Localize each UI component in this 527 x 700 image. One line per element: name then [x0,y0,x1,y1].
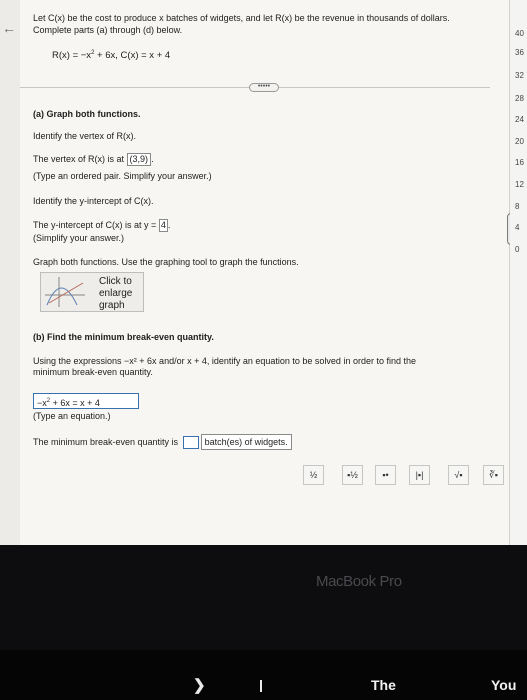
square-root-icon[interactable]: √▪ [448,465,469,485]
equation-answer-exponent: 2 [46,398,51,404]
intercept-answer-box[interactable]: 4 [158,219,168,232]
expand-more-button[interactable]: ••••• [249,83,279,92]
y-axis-tick: 36 [515,48,524,57]
keyboard-cursor-bar [260,680,262,692]
vertex-prefix: The vertex of R(x) is at [33,154,125,164]
back-arrow-icon[interactable]: ← [2,20,16,36]
enlarge-graph-line-2: enlarge [99,288,133,299]
absolute-value-icon[interactable]: |▪| [409,465,430,485]
enlarge-graph-button[interactable]: Click to enlarge graph [40,272,144,312]
y-axis-tick: 16 [515,158,524,167]
y-axis-tick: 4 [515,223,520,232]
part-a-heading: (a) Graph both functions. [33,109,141,119]
exponent-icon[interactable]: ▪• [375,465,396,485]
vertex-answer-line: The vertex of R(x) is at (3,9). [33,153,154,166]
y-axis-tick: 24 [515,115,524,124]
minimum-answer-line: The minimum break-even quantity is batch… [33,434,292,450]
graph-instruction: Graph both functions. Use the graphing t… [33,257,299,267]
problem-intro: Let C(x) be the cost to produce x batche… [33,13,450,35]
minimum-quantity-field[interactable] [182,436,199,450]
equation-r-exponent: 2 [91,50,95,56]
minimum-prefix: The minimum break-even quantity is [33,437,179,447]
equation-r-left: R(x) = −x [52,50,92,62]
y-axis-tick: 32 [515,71,524,80]
y-axis-tick: 12 [515,180,524,189]
y-axis-tick: 40 [515,29,524,38]
minimum-suffix: batch(es) of widgets. [200,434,292,450]
keyboard-suggestion-1: The [371,677,396,693]
vertex-answer-box[interactable]: (3,9) [126,153,152,166]
mixed-number-icon[interactable]: ▪½ [342,465,363,485]
intercept-prefix: The y-intercept of C(x) is at y = [33,220,157,230]
intercept-answer-line: The y-intercept of C(x) is at y = 4. [33,219,170,232]
keyboard-strip [0,650,527,700]
part-b-instruction-2: minimum break-even quantity. [33,367,153,377]
intercept-hint: (Simplify your answer.) [33,233,125,243]
equation-answer-left: −x [37,398,47,408]
keyboard-chevron-icon: ❯ [193,677,206,694]
screen: ← Let C(x) be the cost to produce x batc… [0,0,527,545]
enlarge-graph-line-3: graph [99,300,125,311]
fraction-icon[interactable]: ½ [303,465,324,485]
graph-pane [510,0,527,545]
vertex-hint: (Type an ordered pair. Simplify your ans… [33,171,212,181]
y-axis-tick: 8 [515,202,520,211]
break-even-equation-field[interactable]: −x2 + 6x = x + 4 [33,393,139,409]
keyboard-suggestion-2: You [491,677,517,693]
equation-hint: (Type an equation.) [33,411,111,421]
vertex-prompt: Identify the vertex of R(x). [33,131,137,141]
part-b-heading: (b) Find the minimum break-even quantity… [33,332,214,342]
problem-pane: Let C(x) be the cost to produce x batche… [20,0,515,545]
device-brand-label: MacBook Pro [316,573,402,590]
enlarge-graph-line-1: Click to [99,276,132,287]
equation-r-right: + 6x, C(x) = x + 4 [97,50,171,62]
given-functions: R(x) = −x2 + 6x, C(x) = x + 4 [52,50,170,61]
equation-answer-right: + 6x = x + 4 [52,398,100,408]
vertex-suffix: . [151,154,154,164]
y-axis-tick: 0 [515,245,520,254]
y-axis-tick: 28 [515,94,524,103]
intercept-prompt: Identify the y-intercept of C(x). [33,196,154,206]
y-axis-tick: 20 [515,137,524,146]
graph-thumbnail-icon [45,277,85,307]
cube-root-icon[interactable]: ∛▪ [483,465,504,485]
intercept-suffix: . [167,220,171,230]
enlarge-graph-label: Click to enlarge graph [99,276,132,312]
